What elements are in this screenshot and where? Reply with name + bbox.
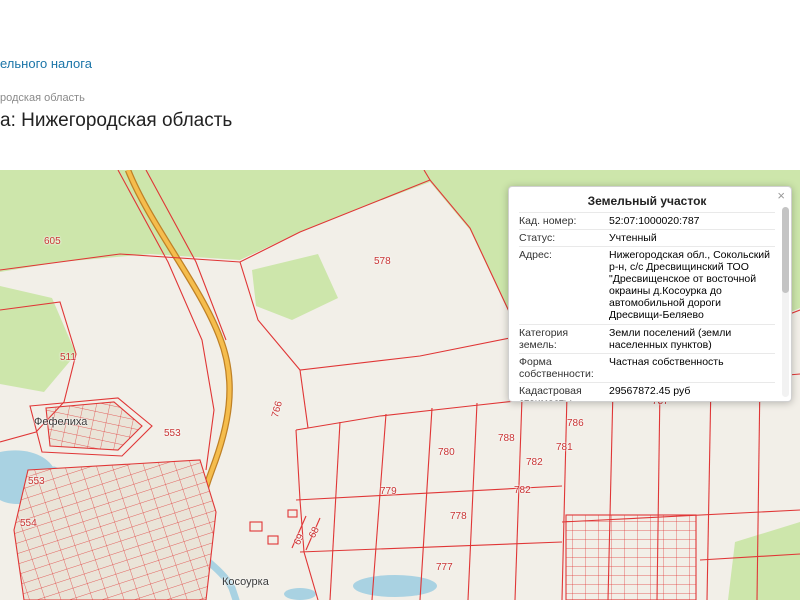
field-value: 52:07:1000020:787: [605, 215, 775, 227]
popup-title: Земельный участок: [519, 192, 775, 212]
field-label: Категория земель:: [519, 327, 605, 351]
field-label: Форма собственности:: [519, 356, 605, 380]
popup-row: Кадастровая стоимость: 29567872.45 руб: [519, 382, 775, 402]
parcel-info-popup: × Земельный участок Кад. номер: 52:07:10…: [508, 186, 792, 402]
field-label: Кадастровая стоимость:: [519, 385, 605, 402]
field-label: Статус:: [519, 232, 605, 244]
tax-calculator-link[interactable]: ельного налога: [0, 56, 92, 71]
popup-row: Категория земель: Земли поселений (земли…: [519, 324, 775, 353]
popup-row: Адрес: Нижегородская обл., Сокольский р-…: [519, 246, 775, 323]
page: ельного налога родская область а: Нижего…: [0, 0, 800, 600]
popup-row: Статус: Учтенный: [519, 229, 775, 246]
field-value: 29567872.45 руб: [605, 385, 775, 402]
header: ельного налога родская область а: Нижего…: [0, 0, 800, 170]
field-label: Адрес:: [519, 249, 605, 321]
popup-rows: Кад. номер: 52:07:1000020:787 Статус: Уч…: [519, 212, 775, 402]
popup-row: Форма собственности: Частная собственнос…: [519, 353, 775, 382]
field-label: Кад. номер:: [519, 215, 605, 227]
field-value: Земли поселений (земли населенных пункто…: [605, 327, 775, 351]
field-value: Учтенный: [605, 232, 775, 244]
breadcrumb: родская область: [0, 92, 85, 104]
field-value: Частная собственность: [605, 356, 775, 380]
close-icon[interactable]: ×: [777, 189, 785, 202]
popup-row: Кад. номер: 52:07:1000020:787: [519, 212, 775, 229]
scrollbar-thumb[interactable]: [782, 207, 789, 293]
page-title: а: Нижегородская область: [0, 110, 232, 132]
popup-scrollbar[interactable]: [782, 207, 789, 397]
field-value: Нижегородская обл., Сокольский р-н, с/с …: [605, 249, 775, 321]
